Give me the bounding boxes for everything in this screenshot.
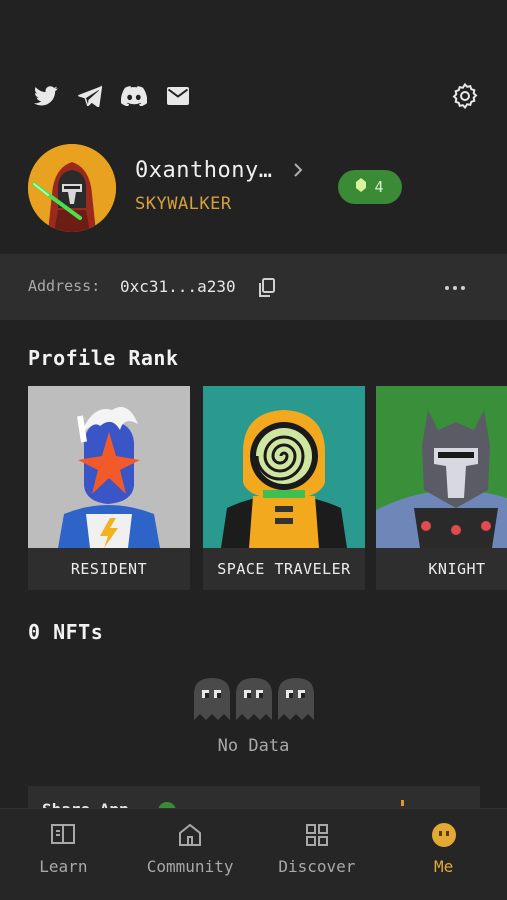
twitter-icon[interactable] bbox=[32, 82, 60, 110]
gem-badge[interactable]: 4 bbox=[338, 170, 402, 204]
ghost-icon bbox=[192, 676, 316, 720]
rank-label: KNIGHT bbox=[376, 548, 507, 590]
address-bar: Address: 0xc31...a230 bbox=[0, 254, 507, 320]
tab-label: Community bbox=[146, 857, 234, 876]
profile-rank-heading: Profile Rank bbox=[28, 346, 179, 370]
no-data-text: No Data bbox=[217, 736, 290, 756]
username[interactable]: 0xanthony… bbox=[135, 158, 272, 183]
home-icon bbox=[176, 821, 204, 849]
tab-learn[interactable]: Learn bbox=[0, 809, 127, 900]
book-icon bbox=[49, 821, 77, 849]
face-icon bbox=[430, 821, 458, 849]
tab-discover[interactable]: Discover bbox=[254, 809, 381, 900]
profile-header: 0xanthony… SKYWALKER 4 bbox=[28, 144, 487, 232]
telegram-icon[interactable] bbox=[76, 82, 104, 110]
empty-state: No Data bbox=[0, 676, 507, 756]
nfts-heading: 0 NFTs bbox=[28, 620, 104, 644]
space-traveler-artwork bbox=[203, 386, 365, 548]
rank-card-knight[interactable]: KNIGHT bbox=[376, 386, 507, 590]
wallet-address: 0xc31...a230 bbox=[120, 277, 236, 296]
tab-community[interactable]: Community bbox=[127, 809, 254, 900]
copy-icon[interactable] bbox=[258, 278, 276, 298]
tab-label: Learn bbox=[39, 857, 88, 876]
mail-icon[interactable] bbox=[164, 82, 192, 110]
grid-icon bbox=[303, 821, 331, 849]
more-options-icon[interactable] bbox=[443, 280, 467, 294]
avatar[interactable] bbox=[28, 144, 116, 232]
rank-label: RESIDENT bbox=[28, 548, 190, 590]
discord-icon[interactable] bbox=[120, 82, 148, 110]
tab-label: Me bbox=[433, 857, 454, 876]
knight-artwork bbox=[376, 386, 507, 548]
share-accent-icon bbox=[401, 800, 404, 806]
resident-artwork bbox=[28, 386, 190, 548]
social-links bbox=[32, 82, 479, 110]
rank-card-space-traveler[interactable]: SPACE TRAVELER bbox=[203, 386, 365, 590]
user-title: SKYWALKER bbox=[135, 194, 232, 214]
gear-icon[interactable] bbox=[451, 82, 479, 110]
gem-count: 4 bbox=[374, 178, 384, 196]
rank-card-resident[interactable]: RESIDENT bbox=[28, 386, 190, 590]
chevron-right-icon[interactable] bbox=[290, 158, 306, 182]
bottom-tab-bar: Learn Community Discover Me bbox=[0, 808, 507, 900]
rank-label: SPACE TRAVELER bbox=[203, 548, 365, 590]
gem-icon bbox=[356, 178, 367, 196]
tab-me[interactable]: Me bbox=[380, 809, 507, 900]
rank-carousel[interactable]: RESIDENT SPACE TRAVELER KNIGHT bbox=[28, 386, 507, 590]
address-label: Address: bbox=[28, 277, 101, 295]
tab-label: Discover bbox=[278, 857, 356, 876]
